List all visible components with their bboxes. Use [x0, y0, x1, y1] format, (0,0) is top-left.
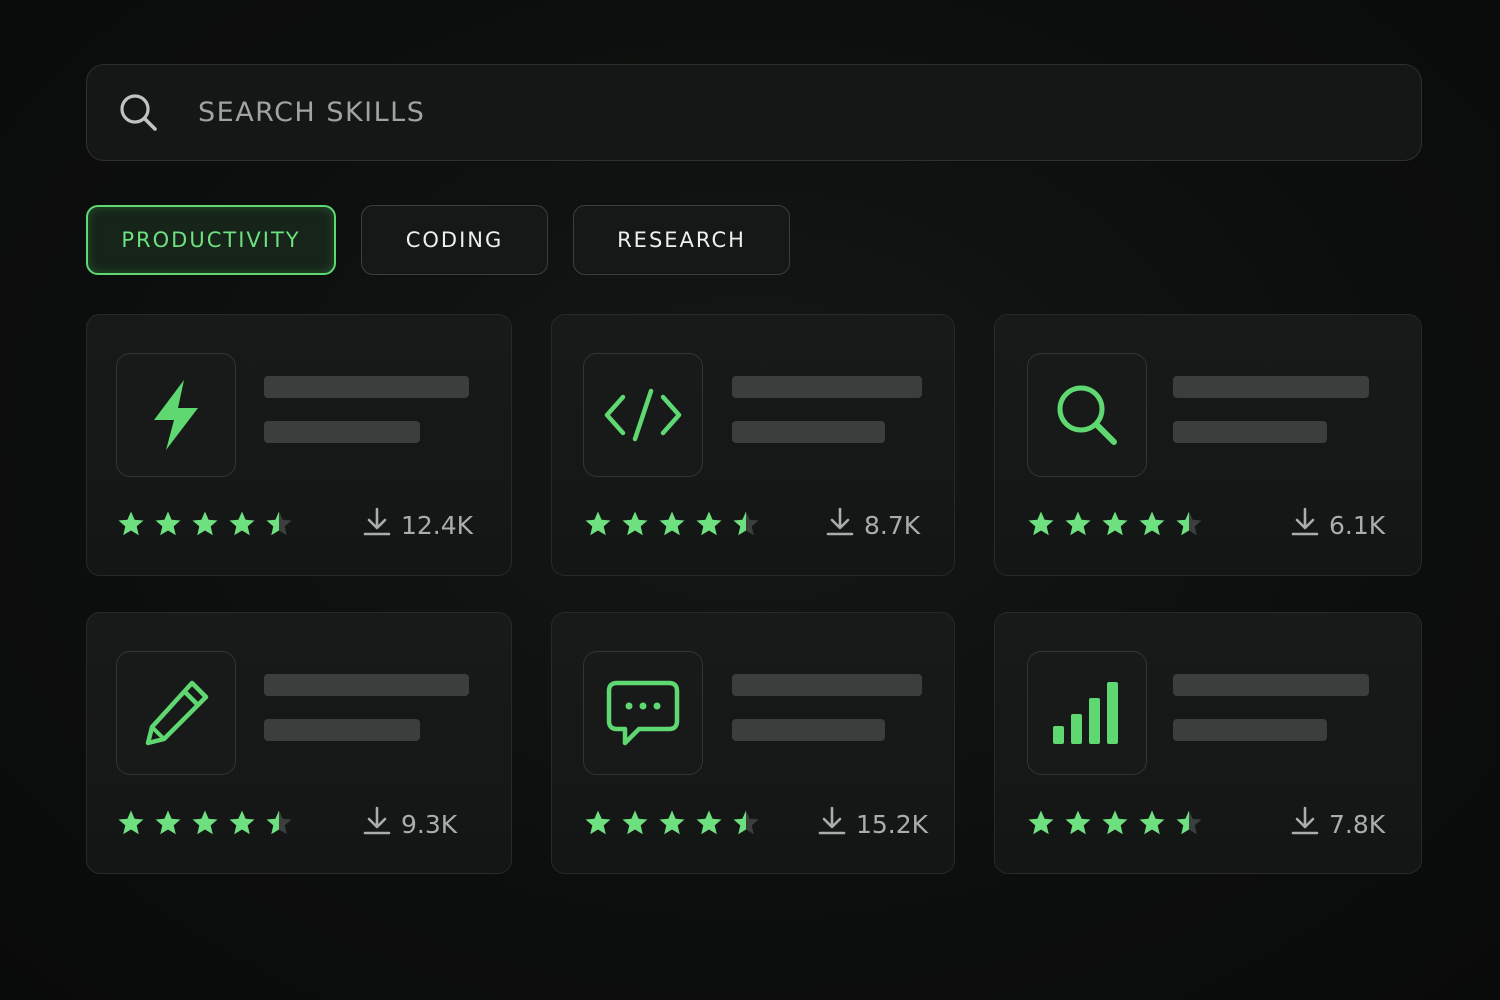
star-full-icon [622, 810, 648, 835]
download-count: 9.3K [363, 806, 457, 842]
skill-card[interactable]: 9.3K [86, 612, 512, 874]
download-icon [1291, 806, 1319, 842]
title-placeholder [1173, 674, 1369, 696]
star-full-icon [1028, 810, 1054, 835]
star-full-icon [155, 511, 181, 536]
star-half-icon [266, 511, 292, 536]
subtitle-placeholder [264, 421, 420, 443]
skill-card[interactable]: 15.2K [551, 612, 955, 874]
magnifier-icon [1027, 353, 1147, 477]
star-full-icon [1102, 810, 1128, 835]
subtitle-placeholder [732, 719, 885, 741]
chat-bubble-icon [583, 651, 703, 775]
skill-card[interactable]: 8.7K [551, 314, 955, 576]
download-count-value: 12.4K [401, 510, 474, 540]
pencil-icon [116, 651, 236, 775]
rating-stars [584, 510, 760, 537]
download-count: 12.4K [363, 507, 473, 543]
download-count-value: 8.7K [864, 510, 921, 540]
download-count-value: 9.3K [401, 809, 458, 839]
star-full-icon [192, 810, 218, 835]
tab-coding[interactable]: CODING [361, 205, 548, 275]
download-icon [363, 806, 391, 842]
title-placeholder [732, 674, 922, 696]
star-full-icon [1139, 511, 1165, 536]
star-full-icon [1065, 511, 1091, 536]
star-full-icon [696, 810, 722, 835]
star-half-icon [733, 511, 759, 536]
star-full-icon [1065, 810, 1091, 835]
search-bar[interactable] [86, 64, 1422, 161]
star-full-icon [118, 810, 144, 835]
download-icon [818, 806, 846, 842]
star-full-icon [696, 511, 722, 536]
star-half-icon [733, 810, 759, 835]
download-count-value: 7.8K [1329, 809, 1386, 839]
download-icon [826, 507, 854, 543]
title-placeholder [1173, 376, 1369, 398]
subtitle-placeholder [1173, 719, 1327, 741]
subtitle-placeholder [264, 719, 420, 741]
title-placeholder [264, 674, 469, 696]
star-full-icon [192, 511, 218, 536]
rating-stars [584, 809, 760, 836]
star-half-icon [1176, 810, 1202, 835]
star-half-icon [1176, 511, 1202, 536]
search-icon[interactable] [117, 91, 161, 135]
code-icon [583, 353, 703, 477]
star-full-icon [1139, 810, 1165, 835]
star-full-icon [659, 810, 685, 835]
star-full-icon [229, 511, 255, 536]
download-icon [363, 507, 391, 543]
star-half-icon [266, 810, 292, 835]
star-full-icon [1102, 511, 1128, 536]
skill-card[interactable]: 6.1K [994, 314, 1422, 576]
rating-stars [117, 809, 293, 836]
tab-productivity[interactable]: PRODUCTIVITY [86, 205, 336, 275]
download-icon [1291, 507, 1319, 543]
rating-stars [1027, 510, 1203, 537]
lightning-icon [116, 353, 236, 477]
star-full-icon [155, 810, 181, 835]
download-count-value: 6.1K [1329, 510, 1386, 540]
skill-card[interactable]: 7.8K [994, 612, 1422, 874]
subtitle-placeholder [732, 421, 885, 443]
search-input[interactable] [196, 96, 1421, 129]
star-full-icon [659, 511, 685, 536]
download-count: 7.8K [1291, 806, 1385, 842]
title-placeholder [732, 376, 922, 398]
download-count-value: 15.2K [856, 809, 929, 839]
skill-card[interactable]: 12.4K [86, 314, 512, 576]
download-count: 6.1K [1291, 507, 1385, 543]
rating-stars [1027, 809, 1203, 836]
rating-stars [117, 510, 293, 537]
download-count: 8.7K [826, 507, 920, 543]
star-full-icon [585, 511, 611, 536]
star-full-icon [1028, 511, 1054, 536]
star-full-icon [585, 810, 611, 835]
star-full-icon [229, 810, 255, 835]
subtitle-placeholder [1173, 421, 1327, 443]
star-full-icon [622, 511, 648, 536]
tab-research[interactable]: RESEARCH [573, 205, 790, 275]
star-full-icon [118, 511, 144, 536]
download-count: 15.2K [818, 806, 928, 842]
title-placeholder [264, 376, 469, 398]
bar-chart-icon [1027, 651, 1147, 775]
